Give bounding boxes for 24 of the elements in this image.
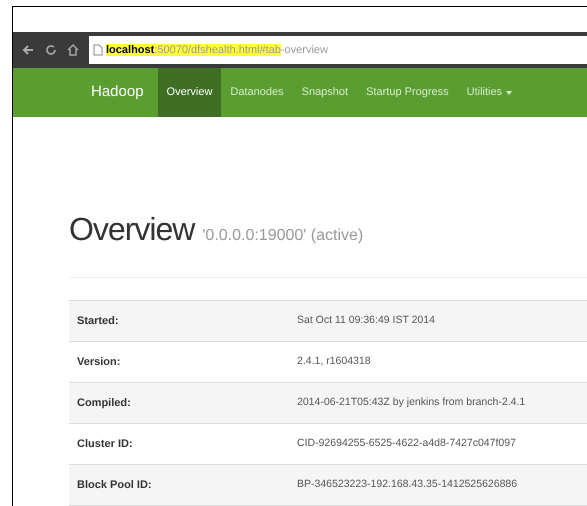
nav-tab[interactable]: Overview — [158, 68, 222, 118]
url-text: localhost:50070/dfshealth.html#tab-overview — [106, 42, 328, 58]
page-subtitle: '0.0.0.0:19000' (active) — [202, 226, 364, 246]
row-label: Cluster ID: — [76, 436, 134, 452]
row-value: Sat Oct 11 09:36:49 IST 2014 — [296, 313, 435, 328]
row-value: 2014-06-21T05:43Z by jenkins from branch-2.4.1 — [296, 395, 526, 410]
reload-icon[interactable] — [45, 44, 57, 56]
row-value: BP-346523223-192.168.43.35-1412525626886 — [296, 477, 518, 492]
nav-tab[interactable]: Datanodes — [221, 68, 293, 118]
row-value: 2.4.1, r1604318 — [296, 354, 371, 370]
page-title: Overview — [69, 210, 194, 250]
nav-tab[interactable]: Startup Progress — [357, 68, 458, 118]
row-label: Version: — [76, 354, 122, 370]
row-value: CID-92694255-6525-4622-a4d8-7427c047f097 — [296, 436, 516, 452]
row-label: Started: — [76, 314, 120, 329]
nav-tab[interactable]: Snapshot — [292, 68, 358, 118]
page-icon — [93, 44, 103, 56]
row-label: Compiled: — [76, 396, 132, 411]
brand-text: Hadoop — [91, 82, 145, 102]
nav-tab[interactable]: Utilities — [458, 68, 522, 118]
back-icon[interactable] — [21, 43, 35, 58]
row-label: Block Pool ID: — [76, 478, 153, 493]
address-field[interactable]: localhost:50070/dfshealth.html#tab-overview — [89, 36, 587, 64]
home-icon[interactable] — [67, 44, 79, 56]
